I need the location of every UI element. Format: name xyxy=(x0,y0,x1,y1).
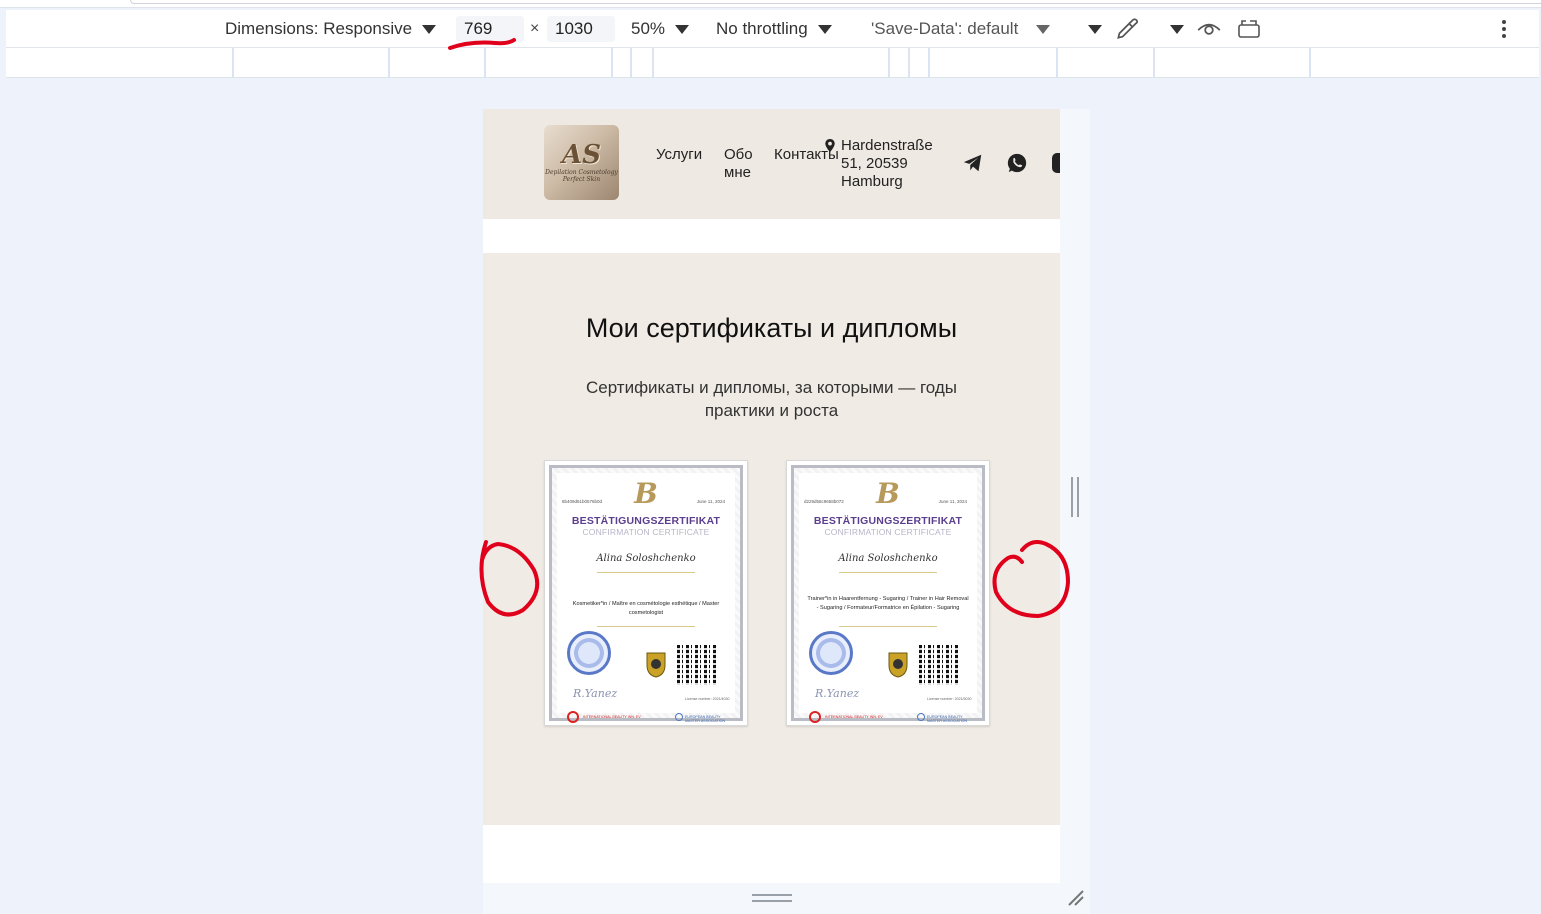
org-logo-icon xyxy=(917,713,925,721)
extra-dropdown-2[interactable] xyxy=(1160,10,1184,48)
chevron-down-icon xyxy=(817,24,832,34)
certificate-org-left: INTERNATIONAL BEAUTY INN. EV xyxy=(825,715,883,719)
save-data-label: 'Save-Data': default xyxy=(871,19,1019,38)
eye-icon[interactable] xyxy=(1196,10,1222,48)
certificate-subtitle: CONFIRMATION CERTIFICATE xyxy=(582,527,710,537)
dimensions-dropdown[interactable]: Dimensions: Responsive xyxy=(225,10,437,48)
extra-dropdown[interactable] xyxy=(1078,10,1102,48)
resize-handle-right[interactable] xyxy=(1071,477,1079,517)
resize-corner-icon[interactable] xyxy=(1065,887,1085,907)
instagram-icon[interactable] xyxy=(1052,153,1060,173)
address-line2: 51, 20539 xyxy=(841,155,908,172)
times-sign: × xyxy=(530,20,540,37)
nav-about-line2: мне xyxy=(724,164,751,181)
spacer xyxy=(483,219,1060,253)
certificate-holder-name: Alina Soloshchenko xyxy=(838,553,938,564)
certificate-org-left: INTERNATIONAL BEAUTY INN. EV xyxy=(583,715,641,719)
seal-icon xyxy=(567,631,611,675)
dimensions-label: Dimensions: Responsive xyxy=(225,19,413,38)
device-viewport: AS Depilation Cosmetology Perfect Skin У… xyxy=(483,109,1060,883)
certificate-signature: R.Yanez xyxy=(573,687,618,700)
address-line1: Hardenstraße xyxy=(841,137,933,154)
telegram-icon[interactable] xyxy=(962,152,984,174)
nav-services[interactable]: Услуги xyxy=(656,146,702,164)
certificate-title: BESTÄTIGUNGSZERTIFIKAT xyxy=(813,515,963,527)
address[interactable]: Hardenstraße 51, 20539 Hamburg xyxy=(841,137,933,191)
certificate-description: Kosmetiker*in / Maître en cosmétologie e… xyxy=(572,601,720,616)
org-logo-icon xyxy=(675,713,683,721)
certificate-monogram: B xyxy=(876,477,900,510)
site-logo[interactable]: AS Depilation Cosmetology Perfect Skin xyxy=(544,125,619,200)
certificate-license: License number: 2021/5030 xyxy=(927,697,972,701)
site-header: AS Depilation Cosmetology Perfect Skin У… xyxy=(483,109,1060,219)
nav-about-line1: Обо xyxy=(724,146,753,163)
save-data-dropdown[interactable]: 'Save-Data': default xyxy=(871,10,1051,48)
zoom-dropdown[interactable]: 50% xyxy=(631,10,690,48)
rotate-device-icon[interactable] xyxy=(1236,10,1264,48)
certificate-card[interactable]: d229d58c9658b072 June 11, 2024 B BESTÄTI… xyxy=(786,460,990,726)
section-subtitle: Сертификаты и дипломы, за которыми — год… xyxy=(585,378,958,420)
certificate-description: Trainer*in in Haarentfernung - Sugaring … xyxy=(807,596,969,611)
certificate-license: License number: 2021/4030 xyxy=(685,697,730,701)
address-line3: Hamburg xyxy=(841,173,903,190)
media-query-bar[interactable] xyxy=(6,48,1539,78)
certificate-subtitle: CONFIRMATION CERTIFICATE xyxy=(824,527,952,537)
chevron-down-icon xyxy=(1036,24,1051,34)
page-bottom xyxy=(483,825,1060,883)
chevron-down-icon xyxy=(1088,24,1102,34)
certificate-org-right: EUROPEAN BEAUTY MASTER ASSOCIATION xyxy=(685,715,726,723)
zoom-label: 50% xyxy=(631,19,666,38)
org-logo-icon xyxy=(567,711,579,723)
height-input[interactable]: 1030 xyxy=(547,16,615,42)
certificate-signature: R.Yanez xyxy=(815,687,860,700)
eyedropper-icon[interactable] xyxy=(1114,10,1140,48)
chevron-down-icon xyxy=(1170,24,1184,34)
logo-monogram: AS xyxy=(562,139,601,170)
logo-tagline: Depilation Cosmetology Perfect Skin xyxy=(545,168,618,183)
width-input[interactable]: 769 xyxy=(456,16,524,42)
seal-icon xyxy=(809,631,853,675)
section-title: Мои сертификаты и дипломы xyxy=(585,313,958,343)
throttling-dropdown[interactable]: No throttling xyxy=(716,10,832,48)
browser-top-strip xyxy=(0,0,1541,8)
more-vertical-icon[interactable] xyxy=(1496,10,1512,48)
chevron-down-icon xyxy=(675,24,690,34)
qr-code-icon xyxy=(677,645,717,685)
certificate-holder-name: Alina Soloshchenko xyxy=(596,553,696,564)
nav-about[interactable]: Обо мне xyxy=(724,146,753,182)
throttling-label: No throttling xyxy=(716,19,808,38)
certificate-card[interactable]: 8b409d61b0576b0d June 11, 2024 B BESTÄTI… xyxy=(544,460,748,726)
certificate-monogram: B xyxy=(634,477,658,510)
location-pin-icon xyxy=(825,138,835,153)
device-toolbar: Dimensions: Responsive 769 × 1030 50% No… xyxy=(6,10,1539,48)
certificates-section: Мои сертификаты и дипломы Сертификаты и … xyxy=(483,253,1060,825)
certificate-title: BESTÄTIGUNGSZERTIFIKAT xyxy=(571,515,721,527)
org-logo-icon xyxy=(809,711,821,723)
resize-handle-bottom[interactable] xyxy=(752,894,792,902)
qr-code-icon xyxy=(919,645,959,685)
chevron-down-icon xyxy=(422,24,437,34)
whatsapp-icon[interactable] xyxy=(1006,152,1028,174)
crest-icon xyxy=(646,652,666,678)
certificate-org-right: EUROPEAN BEAUTY MASTER ASSOCIATION xyxy=(927,715,968,723)
crest-icon xyxy=(888,652,908,678)
